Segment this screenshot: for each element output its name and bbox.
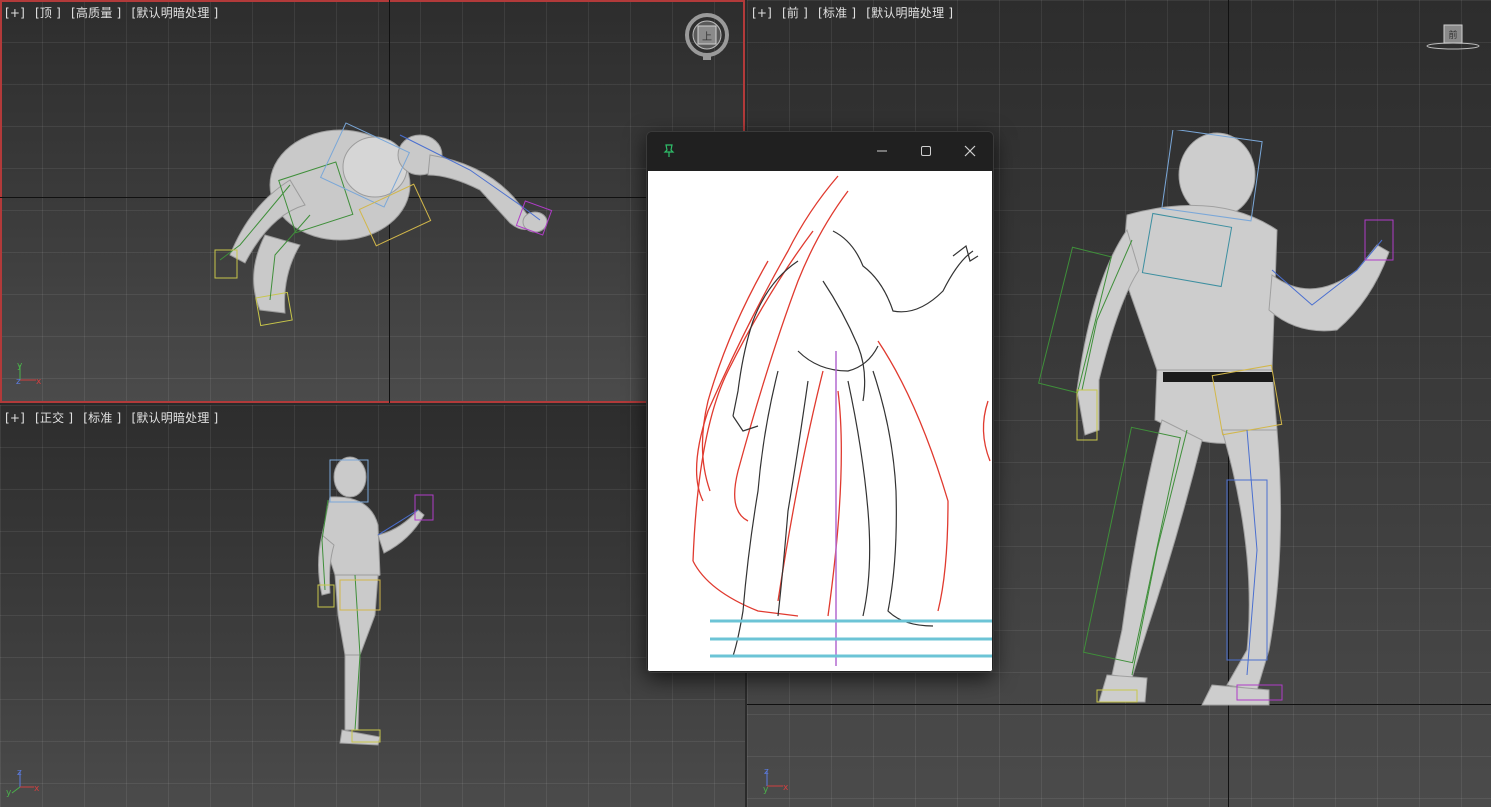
viewport-shading-menu[interactable]: [高质量 ] xyxy=(71,6,121,20)
viewport-plus-menu[interactable]: [+] xyxy=(5,411,25,425)
viewport-orthographic[interactable]: [+] [正交 ] [标准 ] [默认明暗处理 ] z y x xyxy=(0,405,745,807)
svg-text:y: y xyxy=(17,361,23,371)
character-model-orthographic[interactable] xyxy=(300,455,450,750)
viewport-view-menu[interactable]: [正交 ] xyxy=(35,411,73,425)
minimize-button[interactable] xyxy=(866,138,898,164)
close-icon xyxy=(964,145,976,157)
viewport-label-front: [+] [前 ] [标准 ] [默认明暗处理 ] xyxy=(752,4,959,21)
reference-sketch-image xyxy=(648,171,992,671)
viewport-label-orthographic: [+] [正交 ] [标准 ] [默认明暗处理 ] xyxy=(5,409,224,426)
viewcube-face-label: 前 xyxy=(1448,29,1457,41)
maximize-button[interactable] xyxy=(910,138,942,164)
character-model-front[interactable] xyxy=(1037,130,1407,710)
axis-tripod-top: y z x xyxy=(14,360,54,390)
viewport-shading-menu[interactable]: [标准 ] xyxy=(818,6,856,20)
pin-button[interactable] xyxy=(653,138,685,164)
axis-tripod-orthographic: z y x xyxy=(6,767,46,797)
maximize-icon xyxy=(920,145,932,157)
window-titlebar[interactable] xyxy=(647,132,993,170)
svg-text:y: y xyxy=(763,785,769,795)
axis-tripod-front: z y x xyxy=(761,766,801,796)
svg-text:x: x xyxy=(34,784,40,794)
viewcube-face-label: 上 xyxy=(702,31,712,43)
pin-icon xyxy=(661,143,677,159)
viewport-lighting-menu[interactable]: [默认明暗处理 ] xyxy=(131,411,218,425)
viewport-view-menu[interactable]: [顶 ] xyxy=(35,6,61,20)
viewport-lighting-menu[interactable]: [默认明暗处理 ] xyxy=(866,6,953,20)
svg-text:z: z xyxy=(16,377,21,387)
svg-text:y: y xyxy=(6,788,12,797)
viewport-plus-menu[interactable]: [+] xyxy=(752,6,772,20)
svg-text:x: x xyxy=(783,783,789,793)
character-model-top[interactable] xyxy=(190,95,580,335)
viewport-plus-menu[interactable]: [+] xyxy=(5,6,25,20)
reference-image-window[interactable] xyxy=(646,131,994,673)
svg-text:z: z xyxy=(17,768,22,778)
viewport-top[interactable]: [+] [顶 ] [高质量 ] [默认明暗处理 ] 上 y z x xyxy=(0,0,745,403)
viewcube-front[interactable]: 前 xyxy=(1425,22,1481,52)
viewcube-top[interactable]: 上 xyxy=(684,12,730,62)
viewport-lighting-menu[interactable]: [默认明暗处理 ] xyxy=(131,6,218,20)
svg-text:x: x xyxy=(36,377,42,387)
svg-text:z: z xyxy=(764,767,769,777)
viewport-view-menu[interactable]: [前 ] xyxy=(782,6,808,20)
viewport-shading-menu[interactable]: [标准 ] xyxy=(83,411,121,425)
viewport-label-top: [+] [顶 ] [高质量 ] [默认明暗处理 ] xyxy=(5,4,224,21)
close-button[interactable] xyxy=(954,138,986,164)
minimize-icon xyxy=(876,145,888,157)
